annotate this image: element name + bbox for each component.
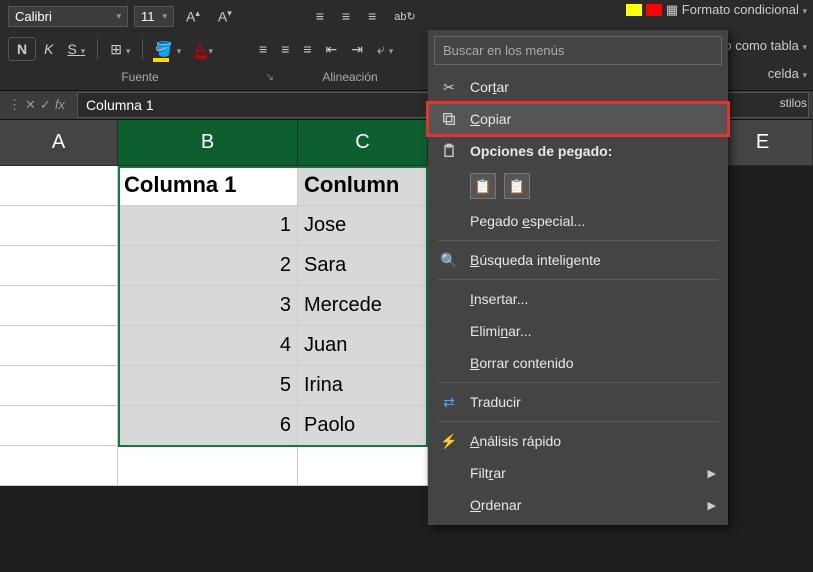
highlight-swatch-icon — [626, 4, 642, 16]
separator — [438, 421, 718, 422]
translate-icon: ⇄ — [440, 393, 458, 411]
fill-swatch-icon — [646, 4, 662, 16]
separator — [438, 382, 718, 383]
align-right-icon[interactable]: ≡ — [297, 37, 317, 61]
enter-icon[interactable]: ✓ — [40, 97, 51, 113]
fill-color-button[interactable]: 🪣 ▾ — [149, 37, 187, 62]
analysis-icon: ⚡ — [440, 432, 458, 450]
ctx-label: Ordenar — [470, 497, 521, 513]
ctx-copy[interactable]: Copiar — [428, 103, 728, 135]
align-left-icon[interactable]: ≡ — [253, 37, 273, 61]
ctx-cut[interactable]: ✂ Cortar — [428, 71, 728, 103]
col-header-E[interactable]: E — [713, 120, 813, 166]
align-top-icon[interactable]: ≡ — [310, 4, 330, 28]
bold-button[interactable]: N — [8, 37, 36, 61]
alignment-group-label: Alineación — [280, 70, 420, 84]
styles-group-label: stilos — [780, 96, 807, 110]
paste-option-1[interactable]: 📋 — [470, 173, 496, 199]
borders-button[interactable]: ⊞ ▾ — [104, 37, 136, 62]
ctx-label: Cortar — [470, 79, 509, 95]
ctx-label: Borrar contenido — [470, 355, 574, 371]
ctx-label: Insertar... — [470, 291, 528, 307]
underline-button[interactable]: S ▾ — [61, 37, 91, 61]
increase-indent-icon[interactable]: ⇥ — [345, 37, 369, 62]
chevron-right-icon: ▶ — [708, 467, 716, 480]
cond-format-button[interactable]: ▦ Formato condicional ▾ — [666, 2, 807, 18]
ctx-clear[interactable]: Borrar contenido — [428, 347, 728, 379]
cell-styles-button[interactable]: celda ▾ — [768, 66, 807, 81]
copy-icon — [440, 110, 458, 128]
col-header-B[interactable]: B — [118, 120, 298, 166]
menu-search-input[interactable]: Buscar en los menús — [434, 36, 722, 65]
separator — [438, 240, 718, 241]
col-header-A[interactable]: A — [0, 120, 118, 166]
ctx-smart-lookup[interactable]: 🔍 Búsqueda inteligente — [428, 244, 728, 276]
ctx-label: Traducir — [470, 394, 716, 410]
italic-button[interactable]: K — [38, 37, 59, 61]
decrease-indent-icon[interactable]: ⇤ — [320, 37, 344, 62]
chevron-right-icon: ▶ — [708, 499, 716, 512]
ctx-sort[interactable]: Ordenar ▶ — [428, 489, 728, 521]
name-box-handle-icon[interactable]: ⋮ — [8, 97, 21, 113]
ctx-label: Búsqueda inteligente — [470, 252, 601, 268]
ctx-filter[interactable]: Filtrar ▶ — [428, 457, 728, 489]
cell[interactable]: Columna 1 — [118, 166, 298, 206]
scissors-icon: ✂ — [440, 78, 458, 96]
ctx-paste-options-header: Opciones de pegado: — [428, 135, 728, 167]
context-menu: Buscar en los menús ✂ Cortar Copiar Opci… — [428, 30, 728, 525]
search-icon: 🔍 — [440, 251, 458, 269]
fx-icon[interactable]: fx — [55, 97, 65, 112]
ctx-label: Análisis rápido — [470, 433, 561, 449]
decrease-font-icon[interactable]: A▾ — [212, 4, 238, 29]
increase-font-icon[interactable]: A▴ — [180, 4, 206, 29]
ctx-label: Filtrar — [470, 465, 506, 481]
orientation-icon[interactable]: ab↻ — [388, 6, 421, 27]
paste-option-2[interactable]: 📋 — [504, 173, 530, 199]
align-bottom-icon[interactable]: ≡ — [362, 4, 382, 28]
align-middle-icon[interactable]: ≡ — [336, 4, 356, 28]
font-color-button[interactable]: A ▾ — [189, 37, 219, 61]
ctx-label: Pegado especial... — [470, 213, 585, 229]
align-center-icon[interactable]: ≡ — [275, 37, 295, 61]
clipboard-icon — [440, 142, 458, 160]
font-group-label: Fuente↘ — [0, 70, 280, 84]
wrap-text-icon[interactable]: ⤶ ▾ — [371, 37, 399, 62]
separator — [438, 279, 718, 280]
ctx-label: Copiar — [470, 111, 511, 127]
font-group-launcher-icon[interactable]: ↘ — [266, 72, 274, 83]
cancel-icon[interactable]: ✕ — [25, 97, 36, 113]
ctx-translate[interactable]: ⇄ Traducir — [428, 386, 728, 418]
ctx-insert[interactable]: Insertar... — [428, 283, 728, 315]
ctx-label: Eliminar... — [470, 323, 532, 339]
ctx-label: Opciones de pegado: — [470, 143, 716, 159]
ctx-quick-analysis[interactable]: ⚡ Análisis rápido — [428, 425, 728, 457]
ctx-paste-special[interactable]: Pegado especial... — [428, 205, 728, 237]
font-name-combo[interactable]: Calibri▾ — [8, 6, 128, 27]
font-size-combo[interactable]: 11▾ — [134, 6, 174, 27]
ctx-delete[interactable]: Eliminar... — [428, 315, 728, 347]
format-table-button[interactable]: to como tabla ▾ — [721, 38, 807, 53]
col-header-C[interactable]: C — [298, 120, 428, 166]
cell[interactable]: Conlumn — [298, 166, 428, 206]
